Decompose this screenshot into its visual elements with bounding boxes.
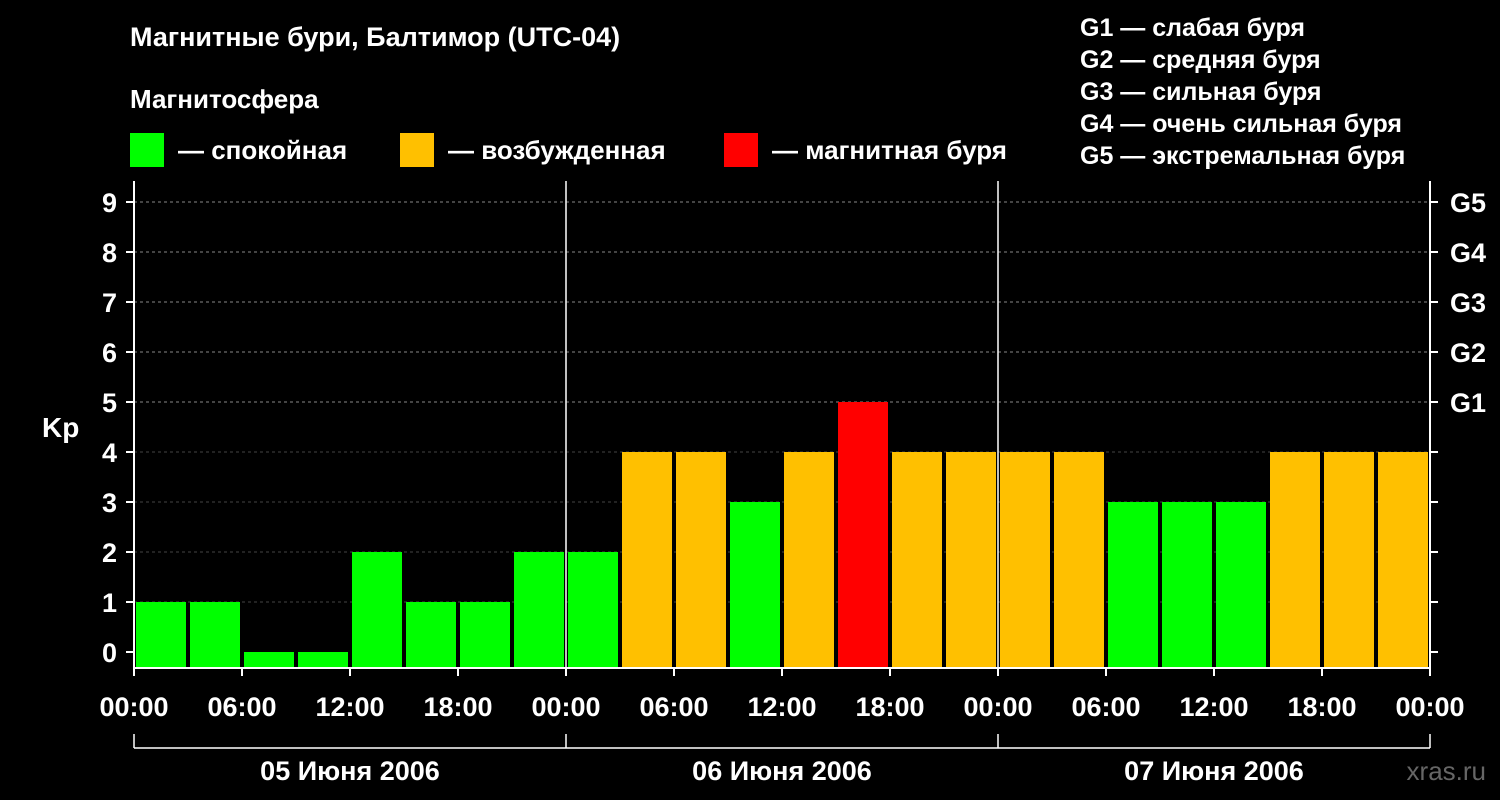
kp-bar-10 xyxy=(676,452,726,668)
kp-bar-11 xyxy=(730,502,780,668)
kp-bar-22 xyxy=(1324,452,1374,668)
x-tick-label-10: 12:00 xyxy=(1179,692,1248,722)
kp-bar-12 xyxy=(784,452,834,668)
y-tick-label-0: 0 xyxy=(102,638,117,668)
kp-bar-2 xyxy=(244,652,294,668)
y-tick-label-2: 2 xyxy=(102,538,117,568)
g-level-label-4: G4 xyxy=(1450,238,1486,268)
y-tick-label-7: 7 xyxy=(102,288,117,318)
kp-bar-18 xyxy=(1108,502,1158,668)
y-tick-label-5: 5 xyxy=(102,388,117,418)
kp-bar-6 xyxy=(460,602,510,668)
kp-bar-23 xyxy=(1378,452,1428,668)
kp-bar-3 xyxy=(298,652,348,668)
x-tick-label-6: 12:00 xyxy=(747,692,816,722)
x-tick-label-0: 00:00 xyxy=(99,692,168,722)
g-level-label-5: G5 xyxy=(1450,188,1486,218)
kp-bar-20 xyxy=(1216,502,1266,668)
x-tick-label-5: 06:00 xyxy=(639,692,708,722)
kp-bar-4 xyxy=(352,552,402,668)
kp-bar-15 xyxy=(946,452,996,668)
kp-bar-17 xyxy=(1054,452,1104,668)
kp-bar-chart: 0 1 2 3 4 5 6 7 8 9 G1 G2 G3 G4 G5 Kp 00:00 06:00 12:00 18:… xyxy=(42,181,1486,786)
kp-bar-5 xyxy=(406,602,456,668)
y-tick-label-6: 6 xyxy=(102,338,117,368)
x-tick-label-1: 06:00 xyxy=(207,692,276,722)
x-tick-label-2: 12:00 xyxy=(315,692,384,722)
g-level-label-1: G1 xyxy=(1450,388,1486,418)
kp-bar-8 xyxy=(568,552,618,668)
x-tick-label-3: 18:00 xyxy=(423,692,492,722)
y-tick-label-8: 8 xyxy=(102,238,117,268)
x-tick-label-4: 00:00 xyxy=(531,692,600,722)
y-tick-label-3: 3 xyxy=(102,488,117,518)
watermark: xras.ru xyxy=(1406,756,1486,786)
x-tick-label-11: 18:00 xyxy=(1287,692,1356,722)
kp-bar-7 xyxy=(514,552,564,668)
kp-bar-1 xyxy=(190,602,240,668)
x-tick-label-7: 18:00 xyxy=(855,692,924,722)
kp-bar-19 xyxy=(1162,502,1212,668)
g-level-label-3: G3 xyxy=(1450,288,1486,318)
kp-bar-14 xyxy=(892,452,942,668)
y-axis-title: Kp xyxy=(42,412,79,443)
g-level-label-2: G2 xyxy=(1450,338,1486,368)
day-label-1: 06 Июня 2006 xyxy=(692,756,872,786)
kp-bar-0 xyxy=(136,602,186,668)
day-label-0: 05 Июня 2006 xyxy=(260,756,440,786)
x-tick-label-8: 00:00 xyxy=(963,692,1032,722)
kp-bar-13 xyxy=(838,402,888,668)
kp-bar-9 xyxy=(622,452,672,668)
kp-bar-21 xyxy=(1270,452,1320,668)
day-label-2: 07 Июня 2006 xyxy=(1124,756,1304,786)
kp-bar-16 xyxy=(1000,452,1050,668)
x-tick-label-12: 00:00 xyxy=(1395,692,1464,722)
y-tick-label-1: 1 xyxy=(102,588,117,618)
y-tick-label-4: 4 xyxy=(102,438,117,468)
x-tick-label-9: 06:00 xyxy=(1071,692,1140,722)
y-tick-label-9: 9 xyxy=(102,188,117,218)
